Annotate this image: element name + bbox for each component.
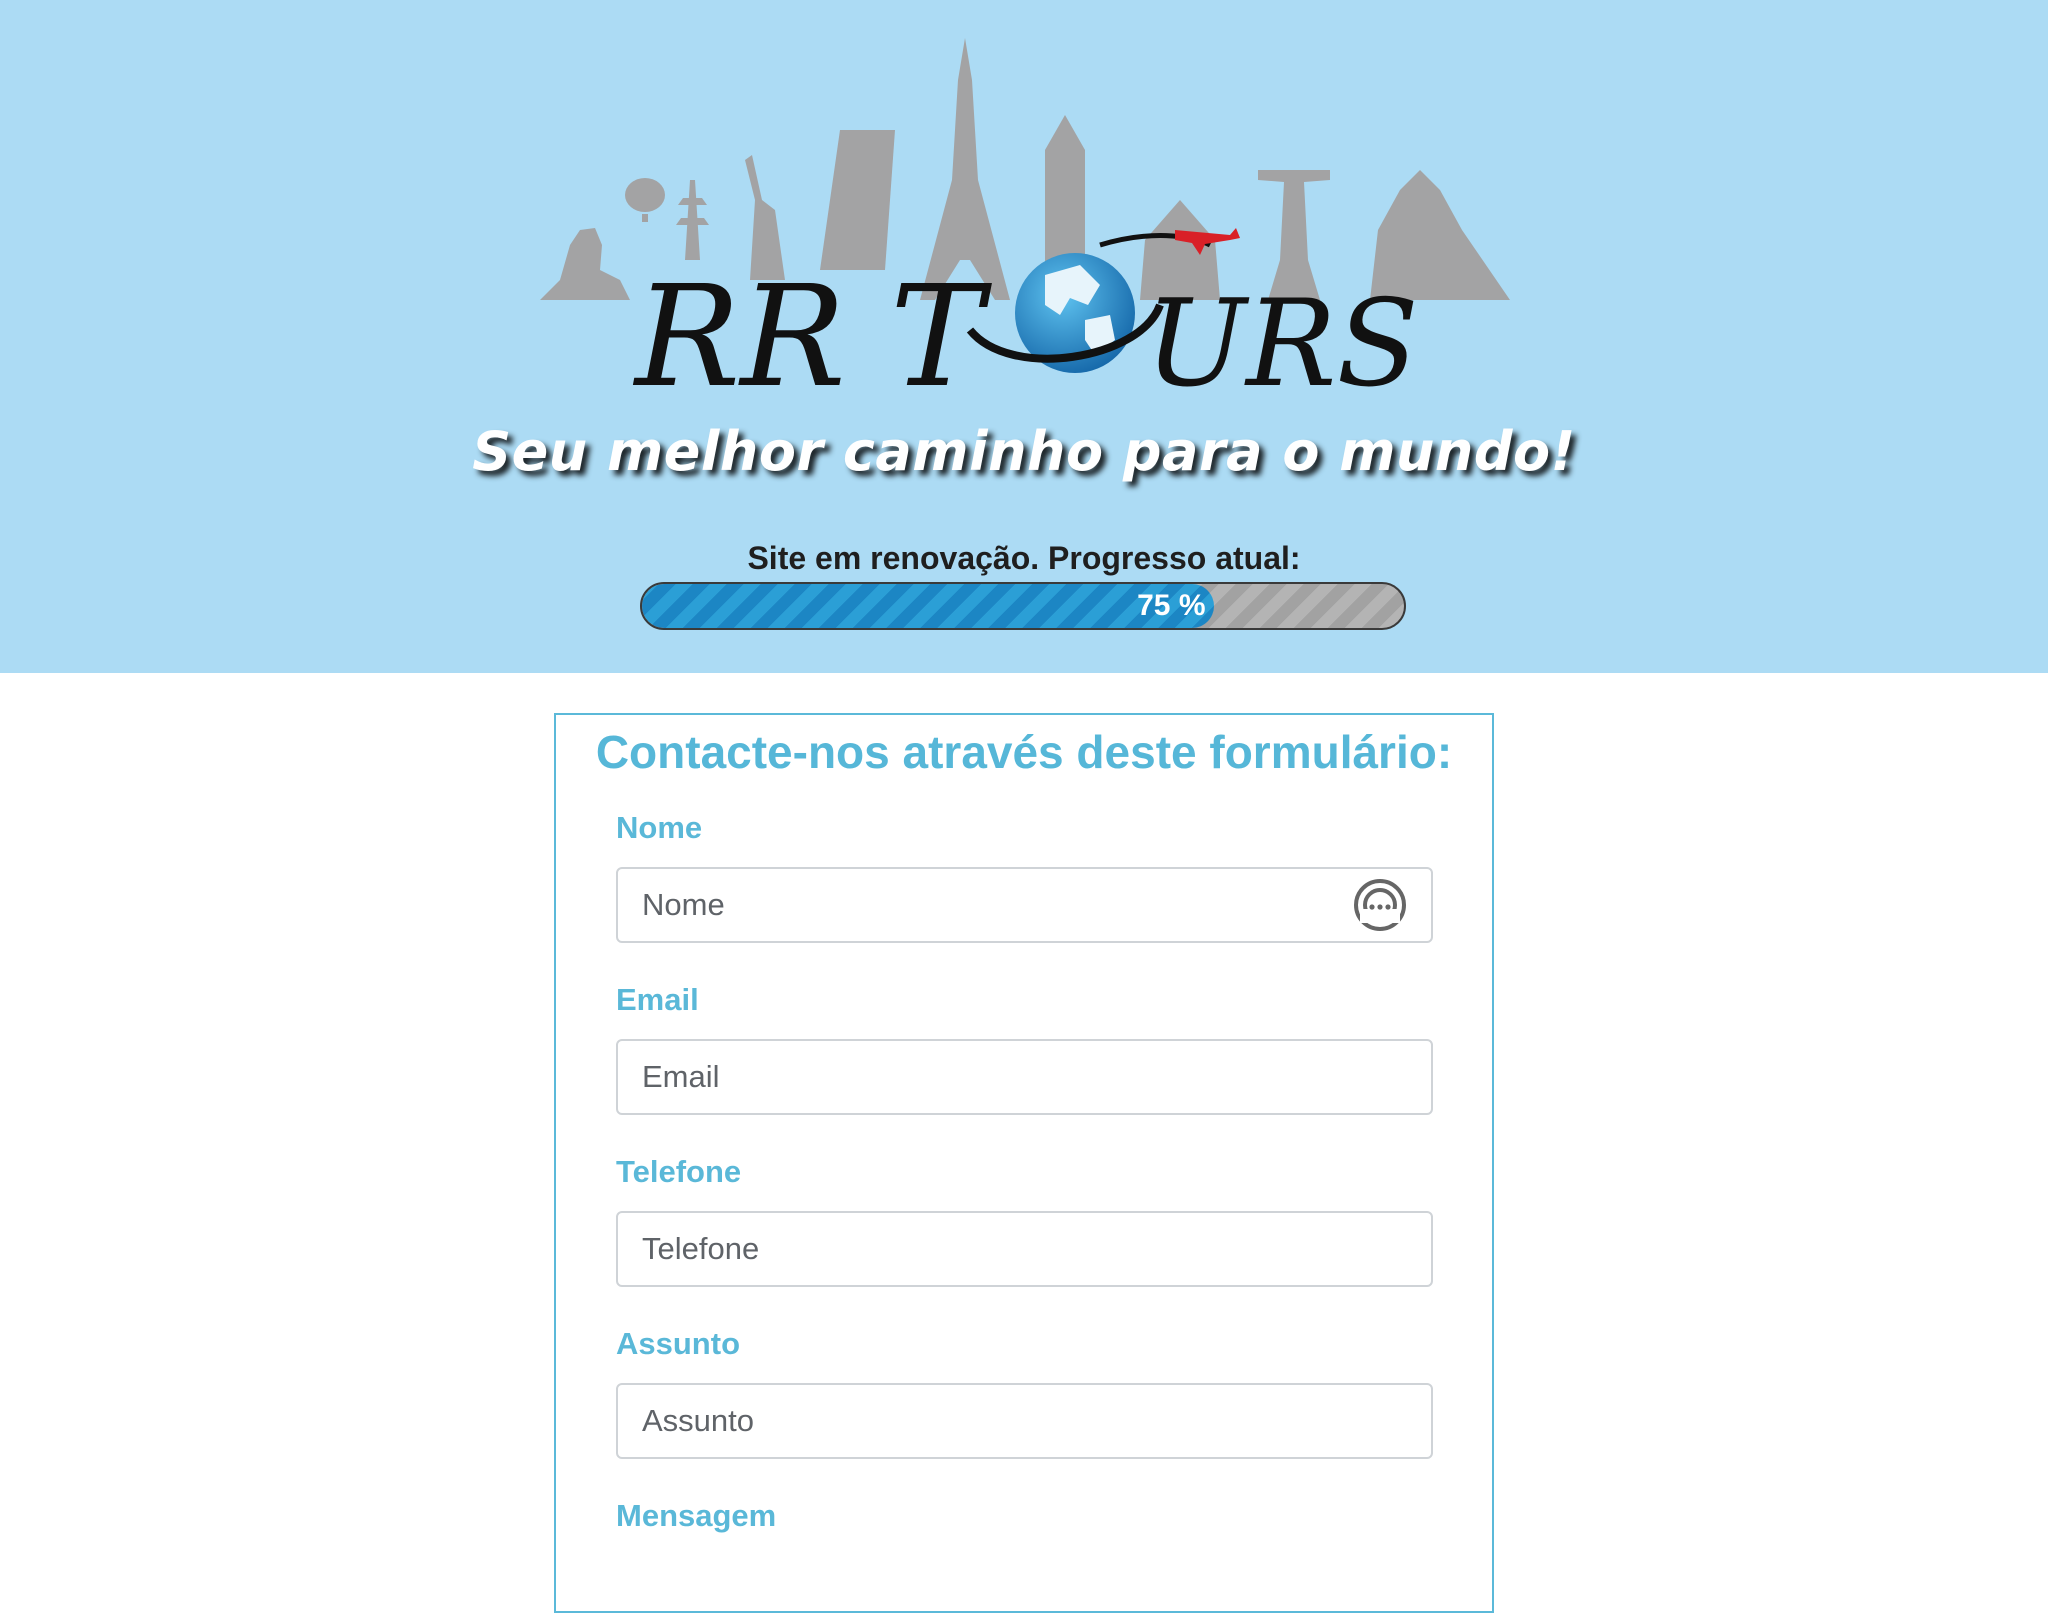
form-title: Contacte-nos através deste formulário:: [595, 726, 1453, 778]
rr-tours-logo: RR T URS: [540, 38, 1510, 410]
nome-input[interactable]: [616, 867, 1433, 943]
progress-fill: 75 %: [642, 584, 1214, 628]
password-manager-icon[interactable]: [1350, 875, 1410, 935]
hero-banner: RR T URS Seu melhor caminho para o mundo…: [0, 0, 2048, 673]
progress-value: 75 %: [1137, 589, 1206, 622]
telefone-label: Telefone: [616, 1154, 742, 1189]
email-input[interactable]: [616, 1039, 1433, 1115]
progress-label: Site em renovação. Progresso atual:: [747, 540, 1301, 576]
contact-form: Contacte-nos através deste formulário: N…: [554, 713, 1494, 1613]
svg-text:URS: URS: [1145, 275, 1419, 410]
email-label: Email: [616, 982, 699, 1017]
assunto-label: Assunto: [616, 1326, 740, 1361]
nome-label: Nome: [616, 810, 703, 845]
svg-text:RR: RR: [632, 256, 846, 410]
mensagem-label: Mensagem: [616, 1498, 777, 1533]
tagline: Seu melhor caminho para o mundo!: [472, 420, 1576, 483]
assunto-input[interactable]: [616, 1383, 1433, 1459]
telefone-input[interactable]: [616, 1211, 1433, 1287]
progress-bar: 75 %: [640, 582, 1406, 630]
svg-text:T: T: [890, 256, 992, 410]
